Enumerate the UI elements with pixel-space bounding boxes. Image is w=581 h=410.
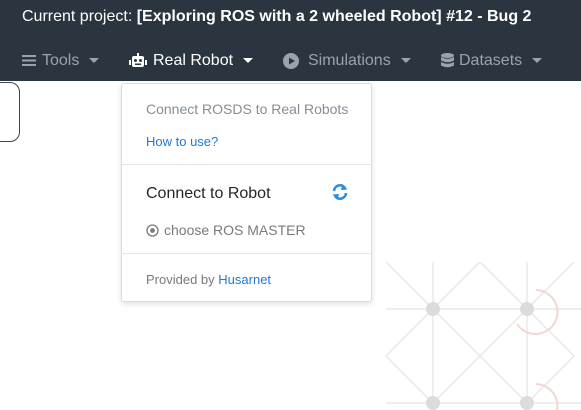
robot-icon [129,52,147,69]
menu-datasets[interactable]: Datasets [441,40,543,81]
menu-bar: Tools Real Robot Simulations Datasets [0,40,581,81]
how-to-use-link[interactable]: How to use? [146,134,218,149]
dropdown-header: Connect ROSDS to Real Robots [146,101,349,117]
side-panel-tab[interactable] [0,82,20,142]
choose-ros-master-item[interactable]: choose ROS MASTER [146,222,306,238]
background-pattern [386,262,581,410]
choose-ros-master-label: choose ROS MASTER [164,222,306,238]
divider [122,253,371,254]
menu-simulations-label: Simulations [308,51,391,69]
menu-real-robot[interactable]: Real Robot [129,40,254,81]
footer-prefix: Provided by [146,272,215,287]
chevron-down-icon [89,58,100,63]
project-title: Current project: [Exploring ROS with a 2… [22,8,531,28]
husarnet-link[interactable]: Husarnet [218,272,271,287]
menu-tools-label: Tools [42,51,80,69]
chevron-down-icon [532,58,543,63]
divider [122,164,371,165]
menu-simulations[interactable]: Simulations [283,40,411,81]
connect-to-robot-item[interactable]: Connect to Robot [146,185,271,203]
play-circle-icon [283,52,299,69]
top-bar: Current project: [Exploring ROS with a 2… [0,0,581,81]
project-name: [Exploring ROS with a 2 wheeled Robot] #… [136,8,532,25]
project-prefix: Current project: [22,8,133,25]
dropdown-footer: Provided by Husarnet [146,272,271,287]
menu-datasets-label: Datasets [459,51,523,69]
database-icon [441,52,454,69]
refresh-icon[interactable] [331,182,349,207]
menu-tools[interactable]: Tools [22,40,100,81]
chevron-down-icon [243,58,254,63]
radio-icon [146,223,159,237]
menu-lines-icon [22,54,36,67]
menu-real-robot-label: Real Robot [153,51,234,69]
real-robot-dropdown: Connect ROSDS to Real Robots How to use?… [121,83,372,302]
chevron-down-icon [400,58,411,63]
